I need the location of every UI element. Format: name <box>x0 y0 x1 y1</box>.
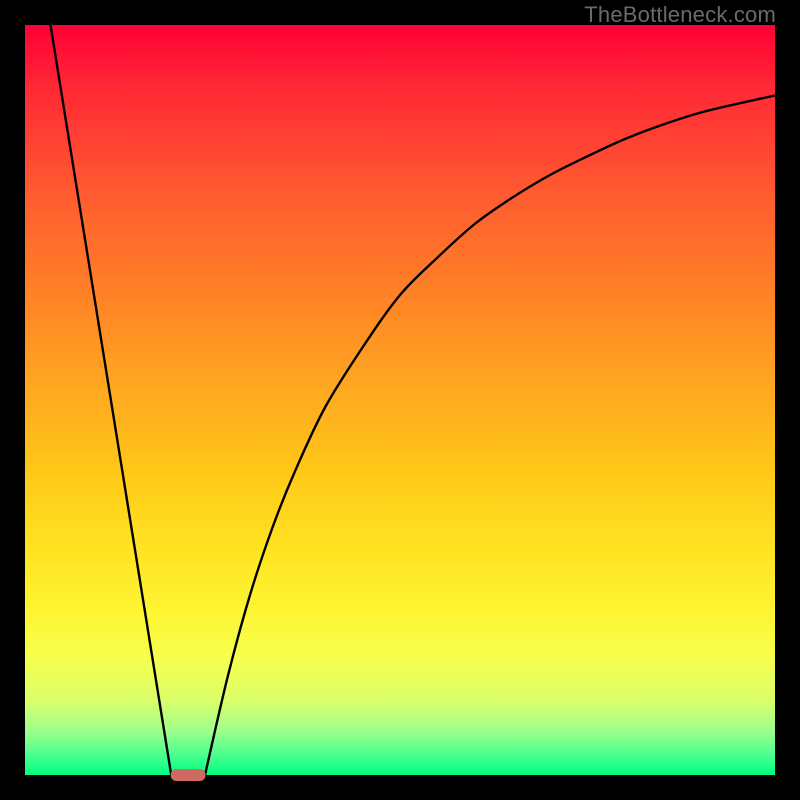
curve-right-branch <box>205 96 775 776</box>
chart-svg <box>0 0 800 800</box>
chart-frame: TheBottleneck.com <box>0 0 800 800</box>
curve-left-branch <box>51 25 172 775</box>
curve-group <box>51 25 776 775</box>
watermark-text: TheBottleneck.com <box>584 2 776 28</box>
dip-marker <box>171 770 205 781</box>
